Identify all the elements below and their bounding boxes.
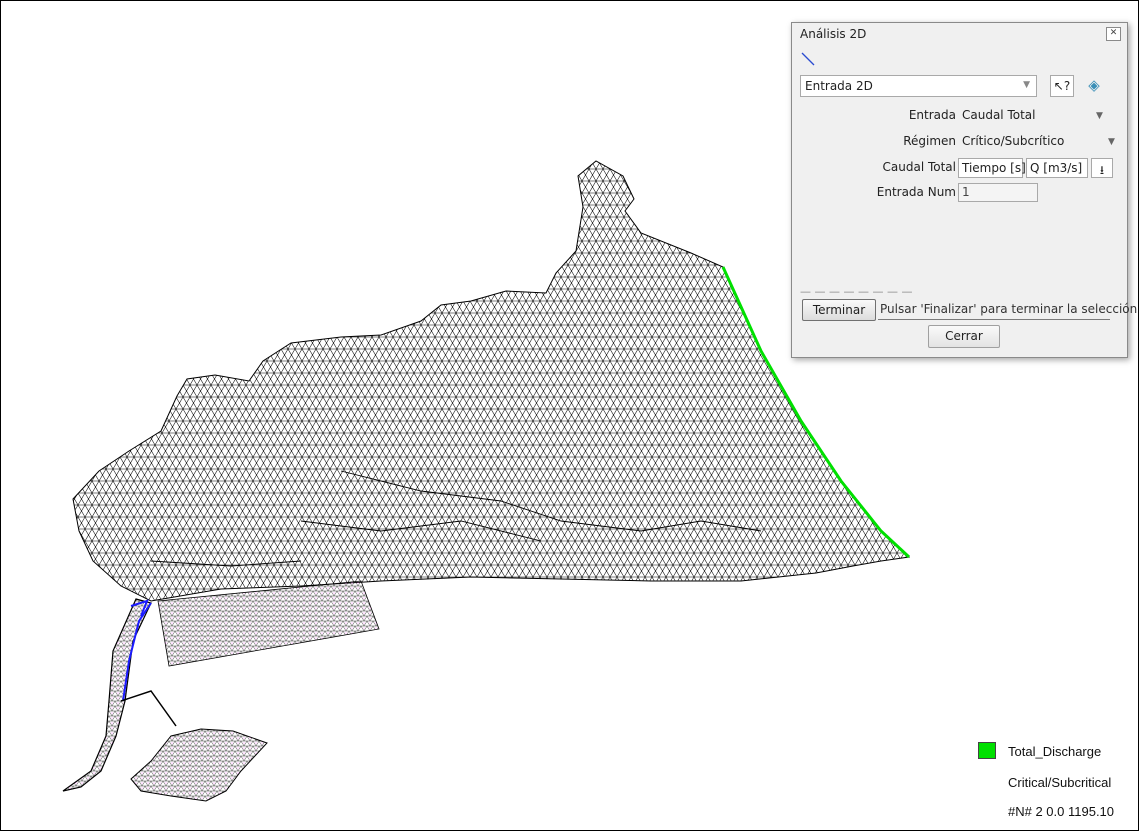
entrada-num-label: Entrada Num [876, 185, 956, 199]
tab-strip: — — — — — — — — [800, 285, 913, 293]
regimen-label: Régimen [903, 134, 956, 148]
caudal-total-label: Caudal Total [882, 160, 956, 174]
layers-icon[interactable]: ◈ [1082, 75, 1106, 97]
status-divider [878, 319, 1110, 320]
mesh-domain [72, 160, 911, 602]
dropdown-arrow-icon: ▼ [1023, 80, 1030, 90]
mesh-lower-region [130, 728, 268, 802]
dropdown-arrow-icon[interactable]: ▼ [1096, 111, 1103, 121]
dialog-title: Análisis 2D [800, 27, 867, 41]
layer-select-value: Entrada 2D [805, 79, 873, 93]
legend-total-discharge: Total_Discharge [1008, 744, 1102, 759]
dropdown-arrow-icon[interactable]: ▼ [1108, 137, 1115, 147]
dialog-titlebar[interactable]: Análisis 2D ✕ [792, 23, 1127, 45]
legend-regime: Critical/Subcritical [1008, 775, 1112, 790]
legend-values: #N# 2 0.0 1195.10 [1008, 804, 1115, 819]
status-message: Pulsar 'Finalizar' para terminar la sele… [880, 302, 1138, 316]
regimen-value[interactable]: Crítico/Subcrítico [962, 134, 1064, 148]
entrada-label: Entrada [908, 108, 956, 122]
entrada-num-input[interactable]: 1 [958, 183, 1038, 202]
line-tool-icon[interactable] [800, 51, 816, 67]
import-table-icon[interactable]: ⭳ [1091, 158, 1113, 178]
mesh-spur [120, 690, 177, 727]
entrada-value[interactable]: Caudal Total [962, 108, 1035, 122]
table-header-tiempo[interactable]: Tiempo [s] [958, 158, 1026, 178]
analisis-2d-dialog: Análisis 2D ✕ Entrada 2D ▼ ↖? ◈ Entrada … [791, 22, 1137, 358]
terminar-button[interactable]: Terminar [802, 299, 876, 321]
close-icon[interactable]: ✕ [1106, 27, 1121, 41]
cerrar-button[interactable]: Cerrar [928, 325, 1000, 348]
legend-swatch-total-discharge [978, 742, 996, 759]
help-pointer-icon[interactable]: ↖? [1050, 75, 1074, 97]
layer-select[interactable]: Entrada 2D ▼ [800, 75, 1037, 97]
table-header-q[interactable]: Q [m3/s] [1026, 158, 1088, 178]
